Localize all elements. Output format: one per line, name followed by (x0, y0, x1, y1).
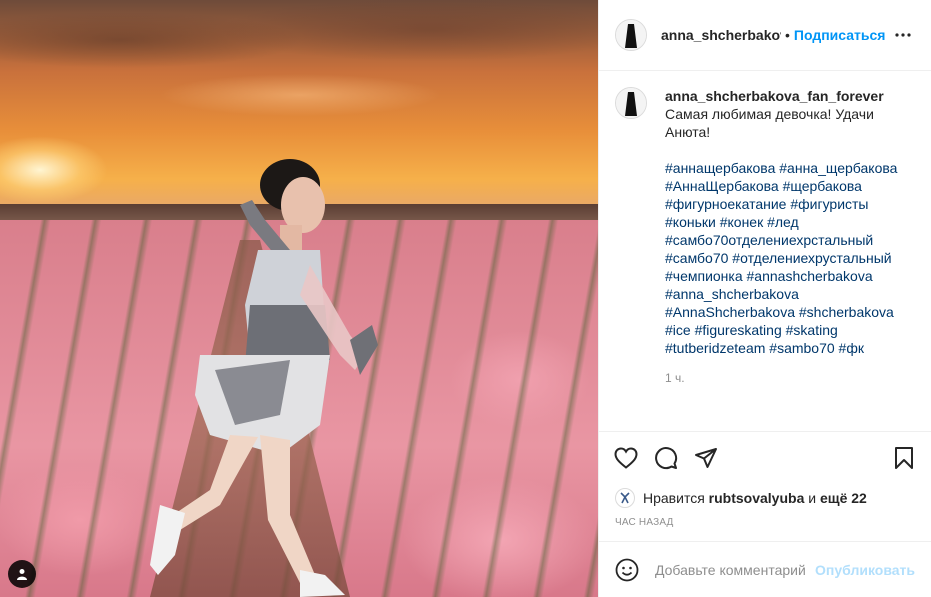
sun-glow (0, 120, 160, 210)
publish-button[interactable]: Опубликовать (815, 562, 915, 578)
hashtag-line[interactable]: #tutberidzeteam #sambo70 #фк (665, 339, 915, 357)
liker-avatar[interactable] (615, 488, 635, 508)
caption-time[interactable]: 1 ч. (665, 369, 915, 387)
hashtag-line[interactable]: #AnnaShcherbakova #shcherbakova (665, 303, 915, 321)
separator-dot: • (785, 27, 790, 43)
likes-row: Нравится rubtsovalyuba и ещё 22 (599, 483, 931, 513)
caption-username[interactable]: anna_shcherbakova_fan_forever (665, 87, 915, 105)
add-comment-bar: Добавьте комментарий... Опубликовать (599, 541, 931, 597)
likes-prefix: Нравится (643, 490, 705, 506)
post-header: anna_shcherbakova_fan_forever • Подписат… (599, 0, 931, 71)
post-panel: anna_shcherbakova_fan_forever • Подписат… (598, 0, 931, 597)
bookmark-icon[interactable] (891, 445, 917, 471)
caption-avatar[interactable] (615, 87, 647, 119)
liker-username[interactable]: rubtsovalyuba (709, 490, 805, 506)
hashtag-line[interactable]: #самбо70отделениехрстальный (665, 231, 915, 249)
hashtag-line[interactable]: #АннаЩербакова #щербакова (665, 177, 915, 195)
hashtag-line[interactable]: #чемпионка #annashcherbakova (665, 267, 915, 285)
comments-section: anna_shcherbakova_fan_forever Самая люби… (599, 71, 931, 431)
author-username[interactable]: anna_shcherbakova_fan_forever (661, 27, 781, 43)
comment-input[interactable]: Добавьте комментарий... (655, 562, 807, 578)
person-icon (17, 569, 27, 580)
hashtag-line[interactable]: #самбо70 #отделениехрустальный (665, 249, 915, 267)
heart-icon[interactable] (613, 445, 639, 471)
caption-text: Самая любимая девочка! Удачи Анюта! (665, 106, 874, 140)
silhouette-icon (616, 20, 646, 50)
hashtag-line[interactable]: #коньки #конек #лед (665, 213, 915, 231)
post-image[interactable] (0, 0, 598, 597)
tagged-user-icon[interactable] (8, 560, 36, 588)
caption-body: anna_shcherbakova_fan_forever Самая люби… (665, 87, 915, 387)
hashtags: #аннащербакова #анна_щербакова #АннаЩерб… (665, 159, 915, 357)
post-timestamp[interactable]: ЧАС НАЗАД (599, 513, 931, 541)
skater-icon (620, 492, 630, 504)
emoji-icon[interactable] (615, 558, 639, 582)
author-avatar[interactable] (615, 19, 647, 51)
hashtag-line[interactable]: #аннащербакова #анна_щербакова (665, 159, 915, 177)
sky (0, 0, 598, 120)
follow-button[interactable]: Подписаться (794, 27, 886, 43)
share-icon[interactable] (693, 445, 719, 471)
hashtag-line[interactable]: #фигурноекатание #фигуристы (665, 195, 915, 213)
action-bar (599, 431, 931, 483)
silhouette-icon (616, 88, 646, 118)
more-options-icon[interactable] (891, 23, 915, 47)
hashtag-line[interactable]: #ice #figureskating #skating (665, 321, 915, 339)
likes-and: и (808, 490, 817, 506)
skater-figure (150, 159, 378, 597)
likes-others[interactable]: ещё 22 (820, 490, 867, 506)
comment-icon[interactable] (653, 445, 679, 471)
caption: anna_shcherbakova_fan_forever Самая люби… (615, 87, 915, 387)
instagram-post: anna_shcherbakova_fan_forever • Подписат… (0, 0, 931, 597)
hashtag-line[interactable]: #anna_shcherbakova (665, 285, 915, 303)
